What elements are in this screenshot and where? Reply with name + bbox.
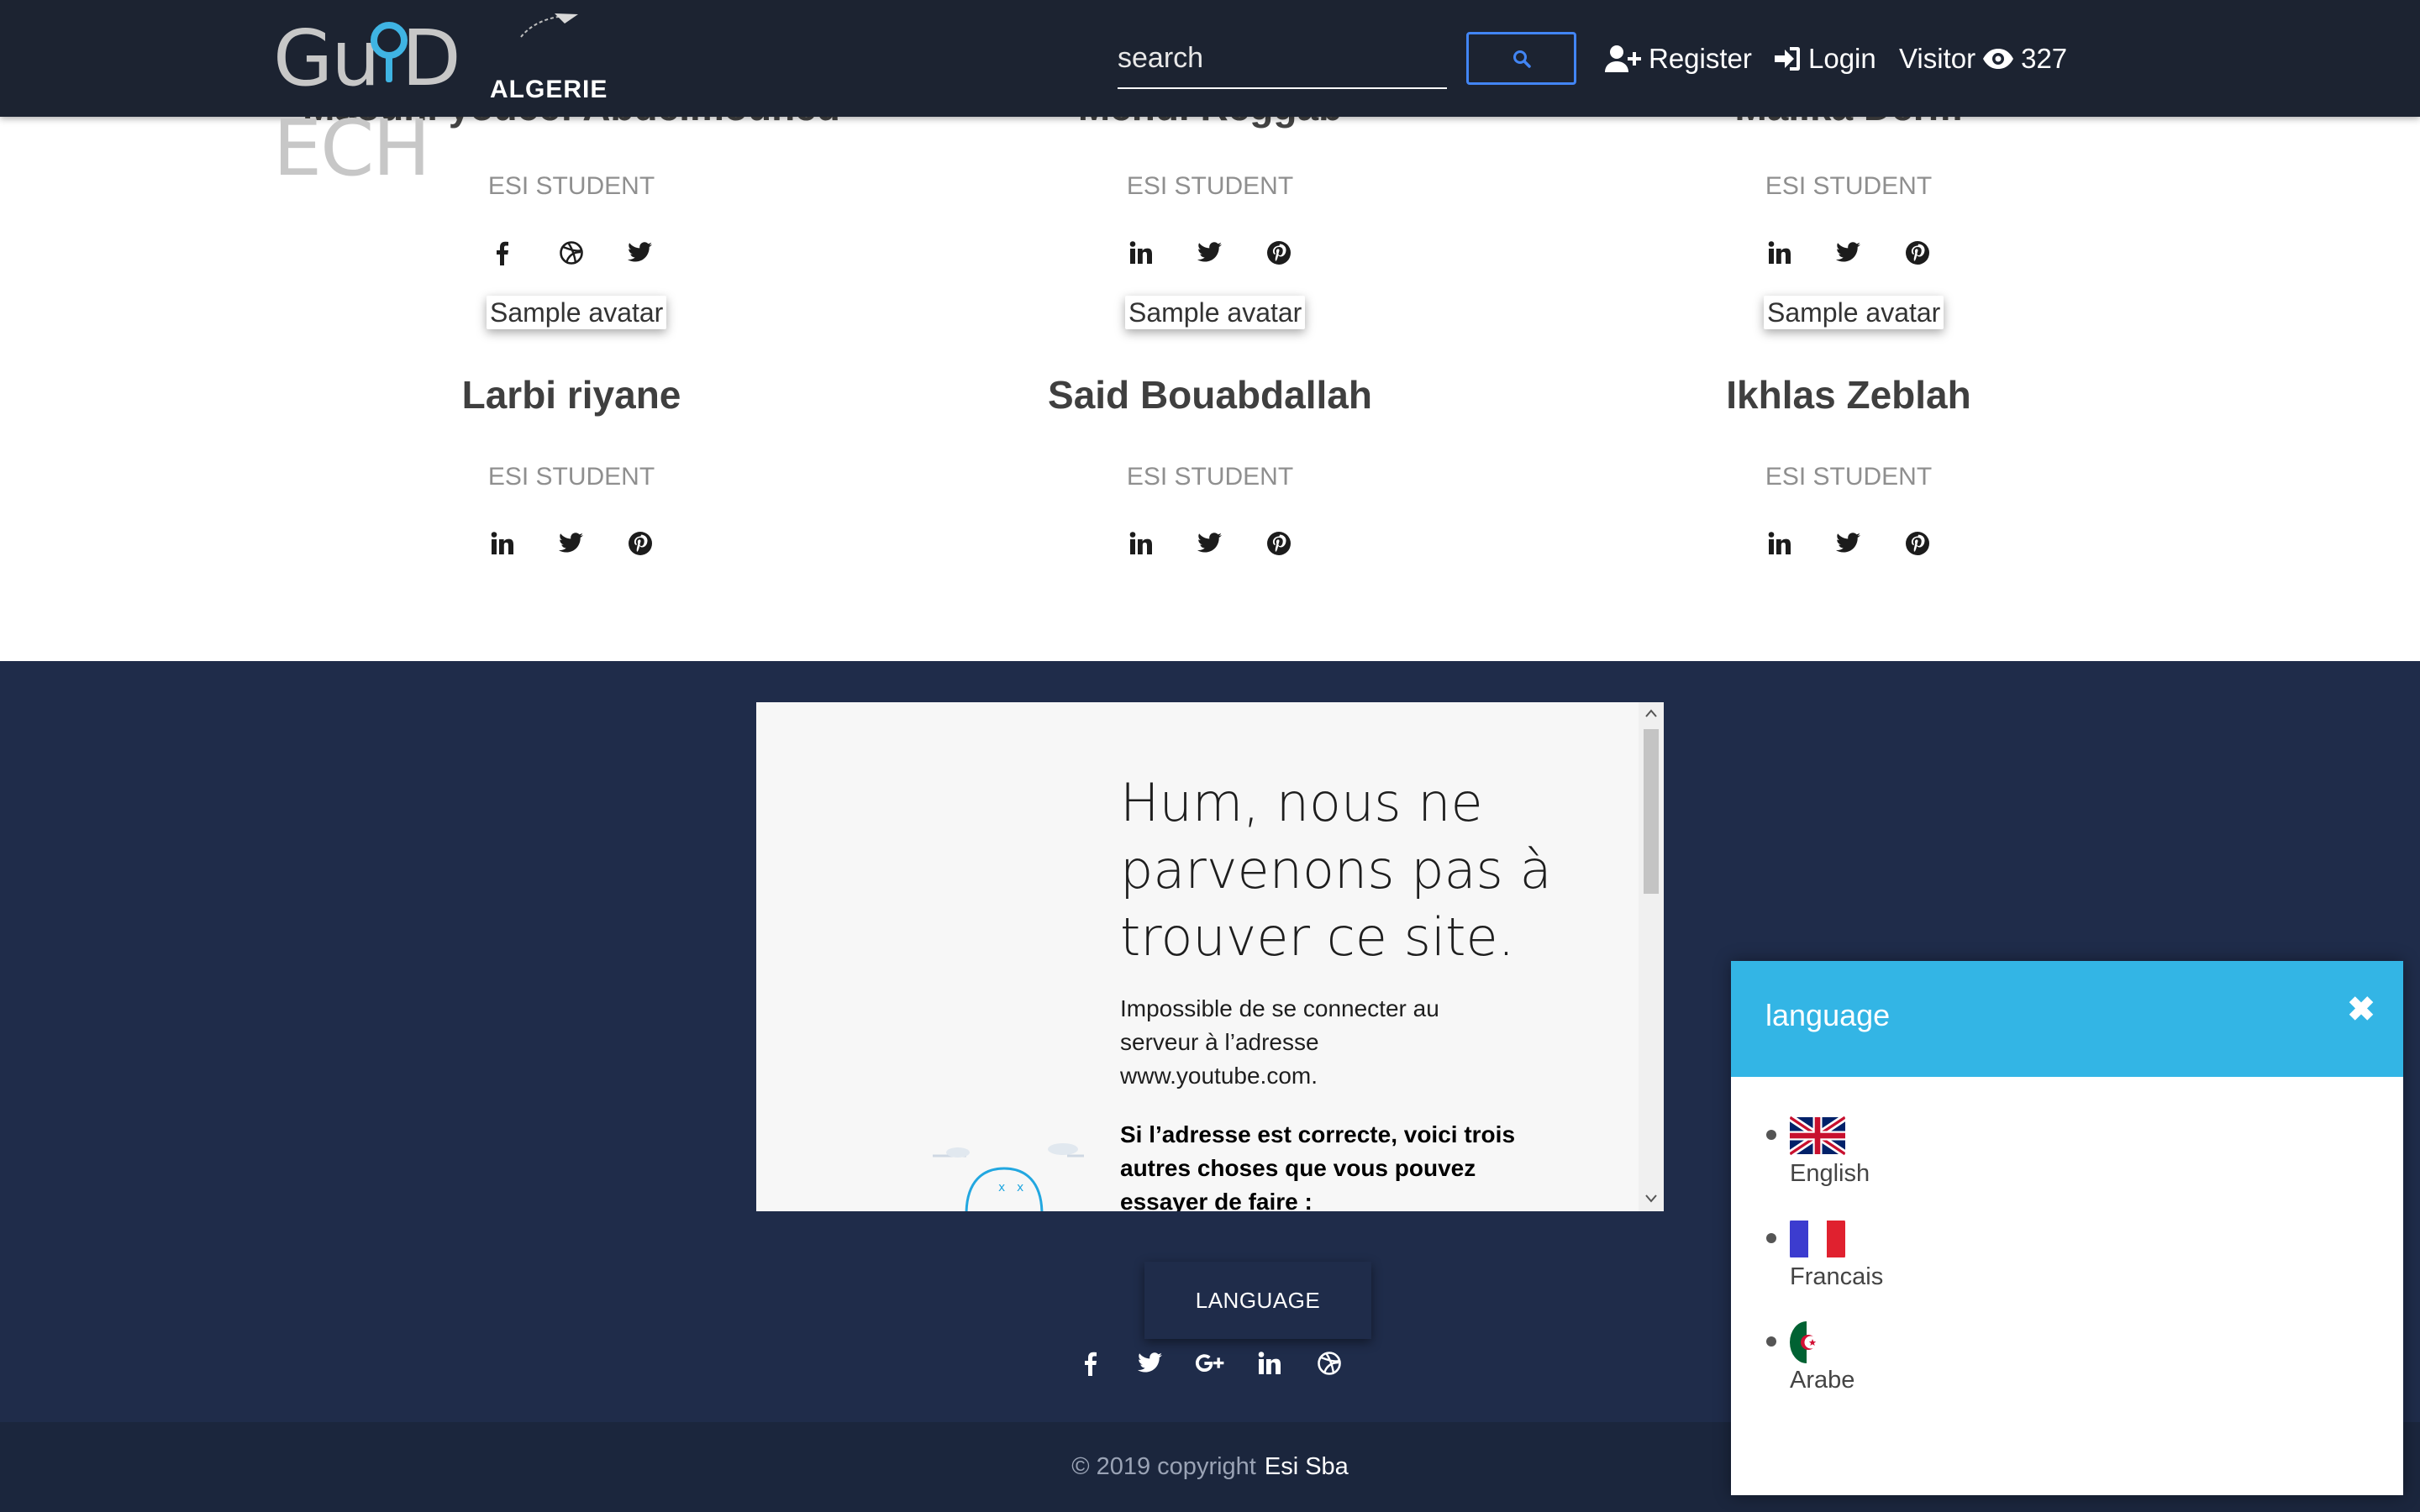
copyright-text: © 2019 copyright bbox=[1071, 1453, 1256, 1480]
twitter-icon[interactable] bbox=[558, 530, 585, 557]
copyright-brand-link[interactable]: Esi Sba bbox=[1265, 1453, 1349, 1481]
member-social-links bbox=[277, 530, 865, 557]
footer-social-links bbox=[1076, 1348, 1344, 1378]
language-label: English bbox=[1790, 1160, 1870, 1187]
google-plus-icon[interactable] bbox=[1195, 1348, 1225, 1378]
language-modal: language ✖ English Francais Arabe bbox=[1731, 961, 2403, 1495]
twitter-icon[interactable] bbox=[1197, 239, 1223, 266]
register-label: Register bbox=[1649, 43, 1752, 74]
facebook-icon[interactable] bbox=[1076, 1348, 1106, 1378]
iframe-scrollbar[interactable] bbox=[1639, 702, 1664, 1211]
linkedin-icon[interactable] bbox=[489, 530, 516, 557]
eye-icon bbox=[1983, 49, 2014, 69]
linkedin-icon[interactable] bbox=[1128, 530, 1155, 557]
language-modal-header: language ✖ bbox=[1731, 961, 2403, 1077]
error-message: Impossible de se connecter au serveur à … bbox=[1120, 995, 1439, 1089]
algeria-flag-icon bbox=[1790, 1321, 1823, 1363]
embedded-video-frame[interactable]: x x Hum, nous ne parvenons pas à trouver… bbox=[756, 702, 1664, 1211]
member-role: ESI STUDENT bbox=[1126, 463, 1294, 491]
language-option-english[interactable]: English bbox=[1766, 1115, 2126, 1188]
member-role: ESI STUDENT bbox=[1126, 172, 1294, 200]
linkedin-icon[interactable] bbox=[1255, 1348, 1285, 1378]
language-option-arabic[interactable]: Arabe bbox=[1766, 1321, 2126, 1394]
search-icon bbox=[1512, 50, 1531, 68]
pinterest-icon[interactable] bbox=[1265, 530, 1292, 557]
member-name: Larbi riyane bbox=[461, 373, 681, 417]
pinterest-icon[interactable] bbox=[1904, 239, 1931, 266]
facebook-icon[interactable] bbox=[489, 239, 516, 266]
member-role: ESI STUDENT bbox=[1765, 463, 1933, 491]
login-label: Login bbox=[1808, 43, 1876, 74]
twitter-icon[interactable] bbox=[627, 239, 654, 266]
member-social-links bbox=[916, 530, 1504, 557]
scroll-down-icon[interactable] bbox=[1645, 1194, 1657, 1203]
avatar-alt-text: Sample avatar bbox=[487, 296, 667, 329]
member-social-links bbox=[277, 239, 865, 266]
list-bullet bbox=[1766, 1336, 1776, 1347]
scroll-up-icon[interactable] bbox=[1645, 709, 1657, 717]
pinterest-icon[interactable] bbox=[1265, 239, 1292, 266]
member-social-links bbox=[1555, 239, 2143, 266]
list-bullet bbox=[1766, 1130, 1776, 1140]
linkedin-icon[interactable] bbox=[1766, 530, 1793, 557]
member-social-links bbox=[1555, 530, 2143, 557]
avatar-alt-text: Sample avatar bbox=[1764, 296, 1944, 329]
close-icon[interactable]: ✖ bbox=[2344, 991, 2378, 1028]
dribbble-icon[interactable] bbox=[558, 239, 585, 266]
list-bullet bbox=[1766, 1233, 1776, 1243]
sign-in-icon bbox=[1775, 47, 1800, 71]
error-illustration: x x bbox=[933, 1143, 1084, 1211]
top-navbar: Gu D ECH ALGERIE Register Login bbox=[0, 0, 2420, 193]
member-name: Ikhlas Zeblah bbox=[1726, 373, 1971, 417]
search-input[interactable] bbox=[1118, 29, 1447, 89]
language-button[interactable]: LANGUAGE bbox=[1144, 1262, 1371, 1339]
error-title: Hum, nous ne parvenons pas à trouver ce … bbox=[1120, 772, 1552, 968]
uk-flag-icon bbox=[1790, 1115, 1845, 1157]
linkedin-icon[interactable] bbox=[1128, 239, 1155, 266]
login-link[interactable]: Login bbox=[1773, 37, 1876, 81]
logo-subtitle: ALGERIE bbox=[490, 76, 608, 103]
language-label: Francais bbox=[1790, 1263, 1884, 1290]
user-plus-icon bbox=[1605, 45, 1641, 72]
member-social-links bbox=[916, 239, 1504, 266]
search-button[interactable] bbox=[1466, 32, 1576, 85]
twitter-icon[interactable] bbox=[1135, 1348, 1165, 1378]
language-label: Arabe bbox=[1790, 1367, 1855, 1394]
site-logo[interactable]: Gu D ECH ALGERIE bbox=[273, 12, 607, 193]
member-name: Said Bouabdallah bbox=[1048, 373, 1372, 417]
dribbble-icon[interactable] bbox=[1314, 1348, 1344, 1378]
member-role: ESI STUDENT bbox=[487, 463, 655, 491]
france-flag-icon bbox=[1790, 1218, 1845, 1260]
twitter-icon[interactable] bbox=[1197, 530, 1223, 557]
svg-text:x: x bbox=[1017, 1181, 1023, 1194]
svg-text:x: x bbox=[998, 1181, 1005, 1194]
scroll-thumb[interactable] bbox=[1644, 729, 1659, 894]
pinterest-icon[interactable] bbox=[1904, 530, 1931, 557]
visitor-count: 327 bbox=[2021, 43, 2068, 74]
language-option-french[interactable]: Francais bbox=[1766, 1218, 2126, 1291]
magnifier-icon bbox=[371, 22, 408, 82]
pinterest-icon[interactable] bbox=[627, 530, 654, 557]
visitor-counter: Visitor 327 bbox=[1899, 37, 2067, 81]
paper-plane-icon bbox=[520, 13, 578, 38]
language-modal-title: language bbox=[1765, 998, 1891, 1032]
error-suggestions-heading: Si l’adresse est correcte, voici trois a… bbox=[1120, 1121, 1516, 1211]
twitter-icon[interactable] bbox=[1835, 239, 1862, 266]
visitor-label: Visitor bbox=[1899, 43, 1976, 74]
avatar-alt-text: Sample avatar bbox=[1125, 296, 1306, 329]
twitter-icon[interactable] bbox=[1835, 530, 1862, 557]
register-link[interactable]: Register bbox=[1605, 37, 1752, 81]
linkedin-icon[interactable] bbox=[1766, 239, 1793, 266]
member-role: ESI STUDENT bbox=[1765, 172, 1933, 200]
